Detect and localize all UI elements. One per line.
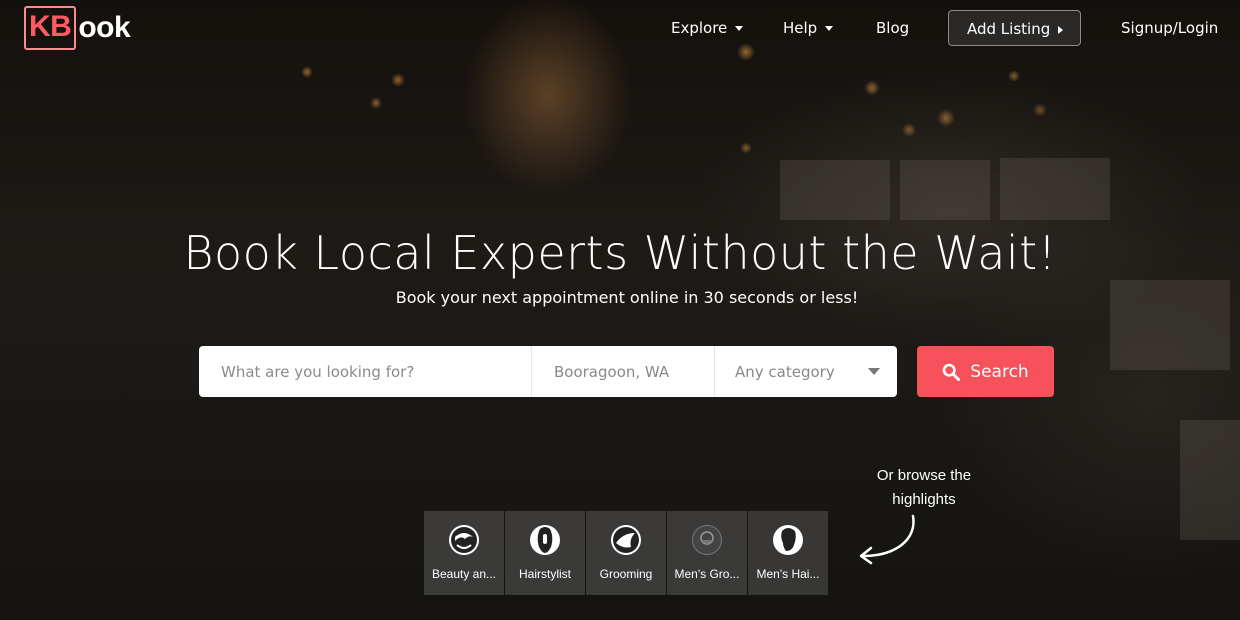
category-label: Men's Gro...	[674, 567, 740, 581]
category-tile-grooming[interactable]: Grooming	[586, 511, 666, 595]
category-select[interactable]: Any category	[715, 346, 897, 397]
hairstylist-icon	[530, 525, 560, 555]
category-tile-mens-grooming[interactable]: Men's Gro...	[667, 511, 747, 595]
caret-down-icon	[868, 368, 880, 375]
mens-hair-icon	[773, 525, 803, 555]
curved-arrow-icon	[859, 514, 915, 565]
beauty-icon	[449, 525, 479, 555]
category-label: Hairstylist	[518, 567, 571, 581]
search-bar: Booragoon, WA Any category	[199, 346, 897, 397]
category-label: Grooming	[599, 567, 653, 581]
hero-title: Book Local Experts Without the Wait!	[183, 226, 1057, 280]
nav-explore-label: Explore	[671, 19, 728, 37]
search-input[interactable]	[219, 361, 531, 382]
search-button[interactable]: Search	[917, 346, 1054, 397]
nav-explore[interactable]: Explore	[671, 10, 744, 46]
add-listing-label: Add Listing	[967, 20, 1051, 38]
category-label: Beauty an...	[431, 567, 497, 581]
logo[interactable]: KB ook	[24, 6, 131, 50]
grooming-icon	[611, 525, 641, 555]
category-tile-hairstylist[interactable]: Hairstylist	[505, 511, 585, 595]
chevron-right-icon	[1058, 25, 1064, 34]
category-label: Men's Hai...	[756, 567, 820, 581]
category-value: Any category	[735, 362, 835, 381]
location-field[interactable]: Booragoon, WA	[532, 346, 715, 397]
category-highlights: Beauty an... Hairstylist Grooming Men's …	[424, 511, 829, 595]
logo-mark: KB	[24, 6, 77, 50]
nav-help[interactable]: Help	[783, 10, 834, 46]
location-value: Booragoon, WA	[554, 362, 670, 381]
category-tile-mens-hair[interactable]: Men's Hai...	[748, 511, 828, 595]
search-what-field[interactable]	[199, 346, 532, 397]
browse-line-1: Or browse the	[876, 467, 972, 484]
search-icon	[942, 363, 961, 381]
logo-text: ook	[78, 11, 131, 44]
add-listing-button[interactable]: Add Listing	[948, 10, 1081, 46]
chevron-down-icon	[825, 26, 834, 31]
browse-line-2: highlights	[892, 491, 956, 508]
nav-blog[interactable]: Blog	[876, 10, 909, 46]
chevron-down-icon	[735, 26, 744, 31]
mens-grooming-icon	[692, 525, 722, 555]
search-button-label: Search	[970, 361, 1029, 382]
signup-login-link[interactable]: Signup/Login	[1121, 10, 1218, 46]
nav-help-label: Help	[783, 19, 818, 37]
category-tile-beauty[interactable]: Beauty an...	[424, 511, 504, 595]
browse-highlights-text: Or browse the highlights	[860, 464, 988, 512]
hero-subtitle: Book your next appointment online in 30 …	[395, 288, 859, 307]
